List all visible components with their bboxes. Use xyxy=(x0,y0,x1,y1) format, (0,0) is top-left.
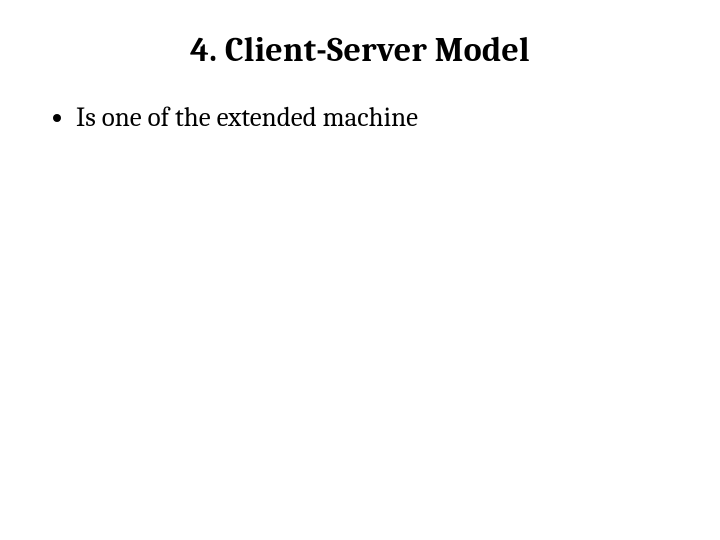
bullet-list: Is one of the extended machine xyxy=(30,100,690,135)
slide: 4. Client-Server Model Is one of the ext… xyxy=(0,0,720,540)
list-item: Is one of the extended machine xyxy=(76,100,690,135)
slide-title: 4. Client-Server Model xyxy=(30,30,690,70)
